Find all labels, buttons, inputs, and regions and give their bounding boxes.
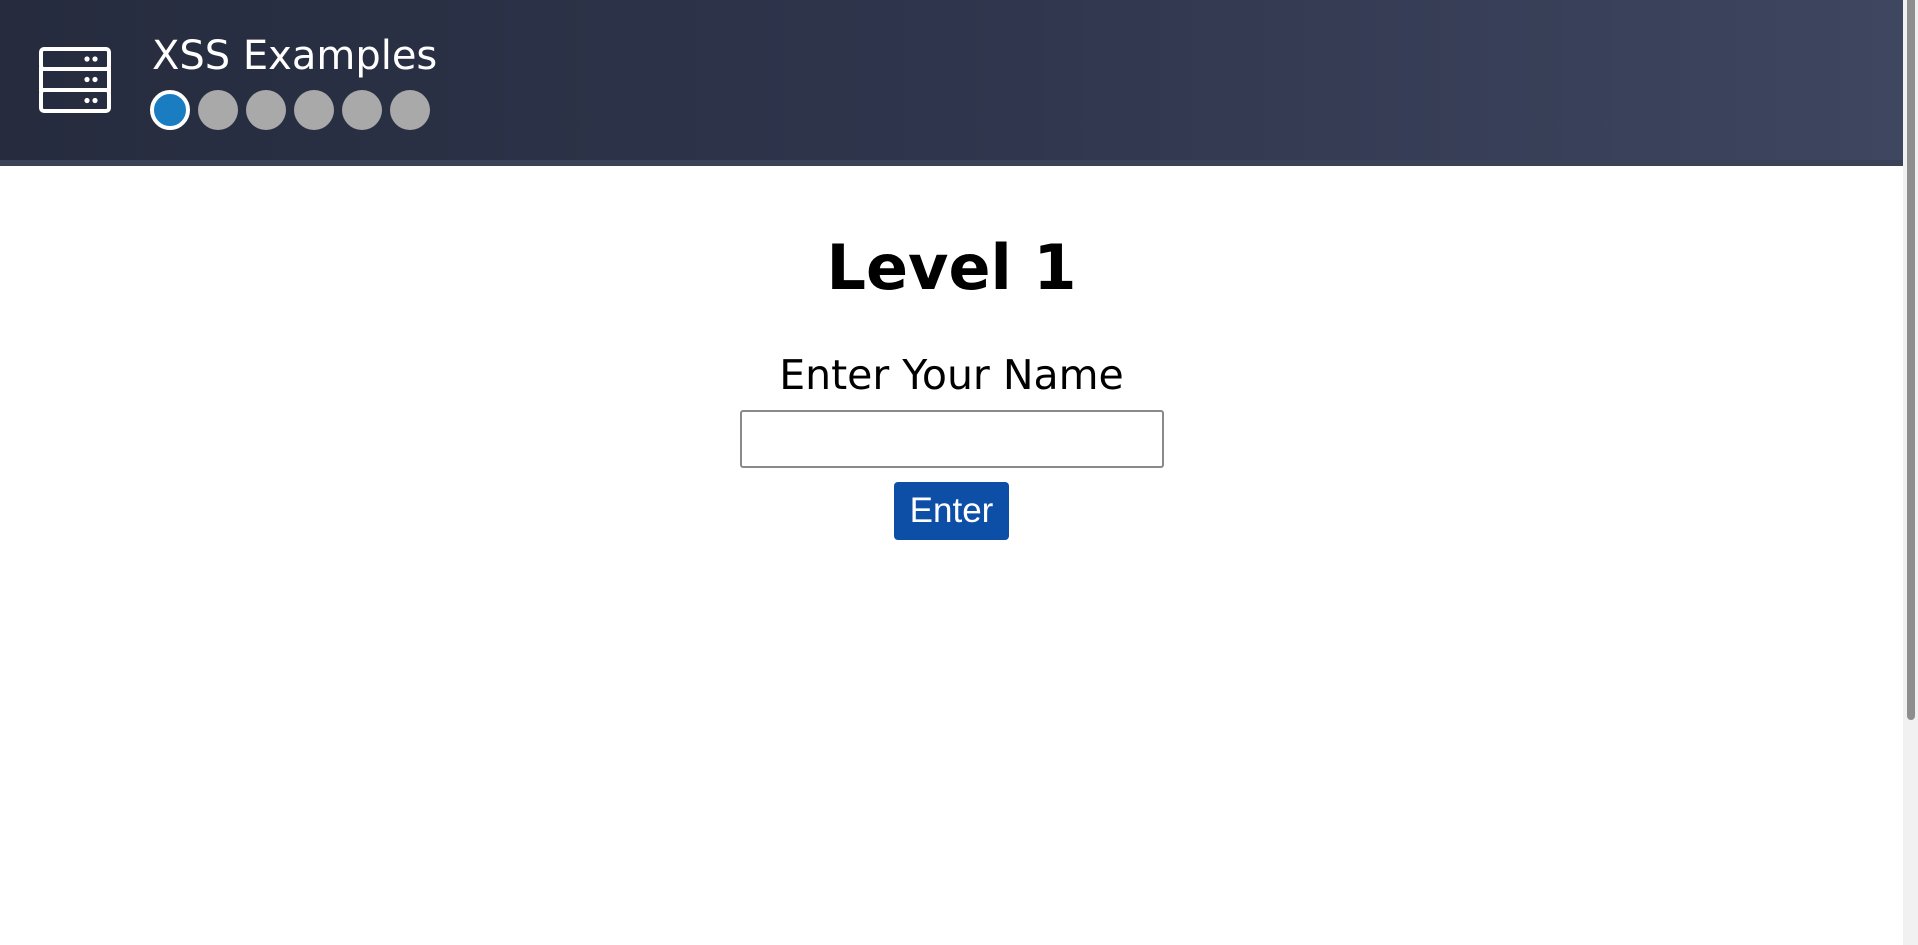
enter-button[interactable]: Enter <box>894 482 1009 540</box>
level-dot-6[interactable] <box>390 90 430 130</box>
level-progress <box>150 90 430 130</box>
app-header: XSS Examples <box>0 0 1903 166</box>
page: XSS Examples Level 1 Enter Your Name Ent… <box>0 0 1918 945</box>
level-dot-2[interactable] <box>198 90 238 130</box>
name-input[interactable] <box>739 410 1164 468</box>
vertical-scrollbar[interactable] <box>1903 0 1918 945</box>
name-label: Enter Your Name <box>779 351 1124 399</box>
name-form: Enter Your Name Enter <box>0 350 1903 540</box>
main-content: Level 1 Enter Your Name Enter <box>0 166 1903 540</box>
scrollbar-thumb[interactable] <box>1907 0 1915 720</box>
server-stack-icon <box>39 47 111 113</box>
level-dot-4[interactable] <box>294 90 334 130</box>
app-title: XSS Examples <box>152 33 438 79</box>
level-dot-3[interactable] <box>246 90 286 130</box>
level-dot-5[interactable] <box>342 90 382 130</box>
level-dot-1[interactable] <box>150 90 190 130</box>
page-title: Level 1 <box>826 231 1077 304</box>
